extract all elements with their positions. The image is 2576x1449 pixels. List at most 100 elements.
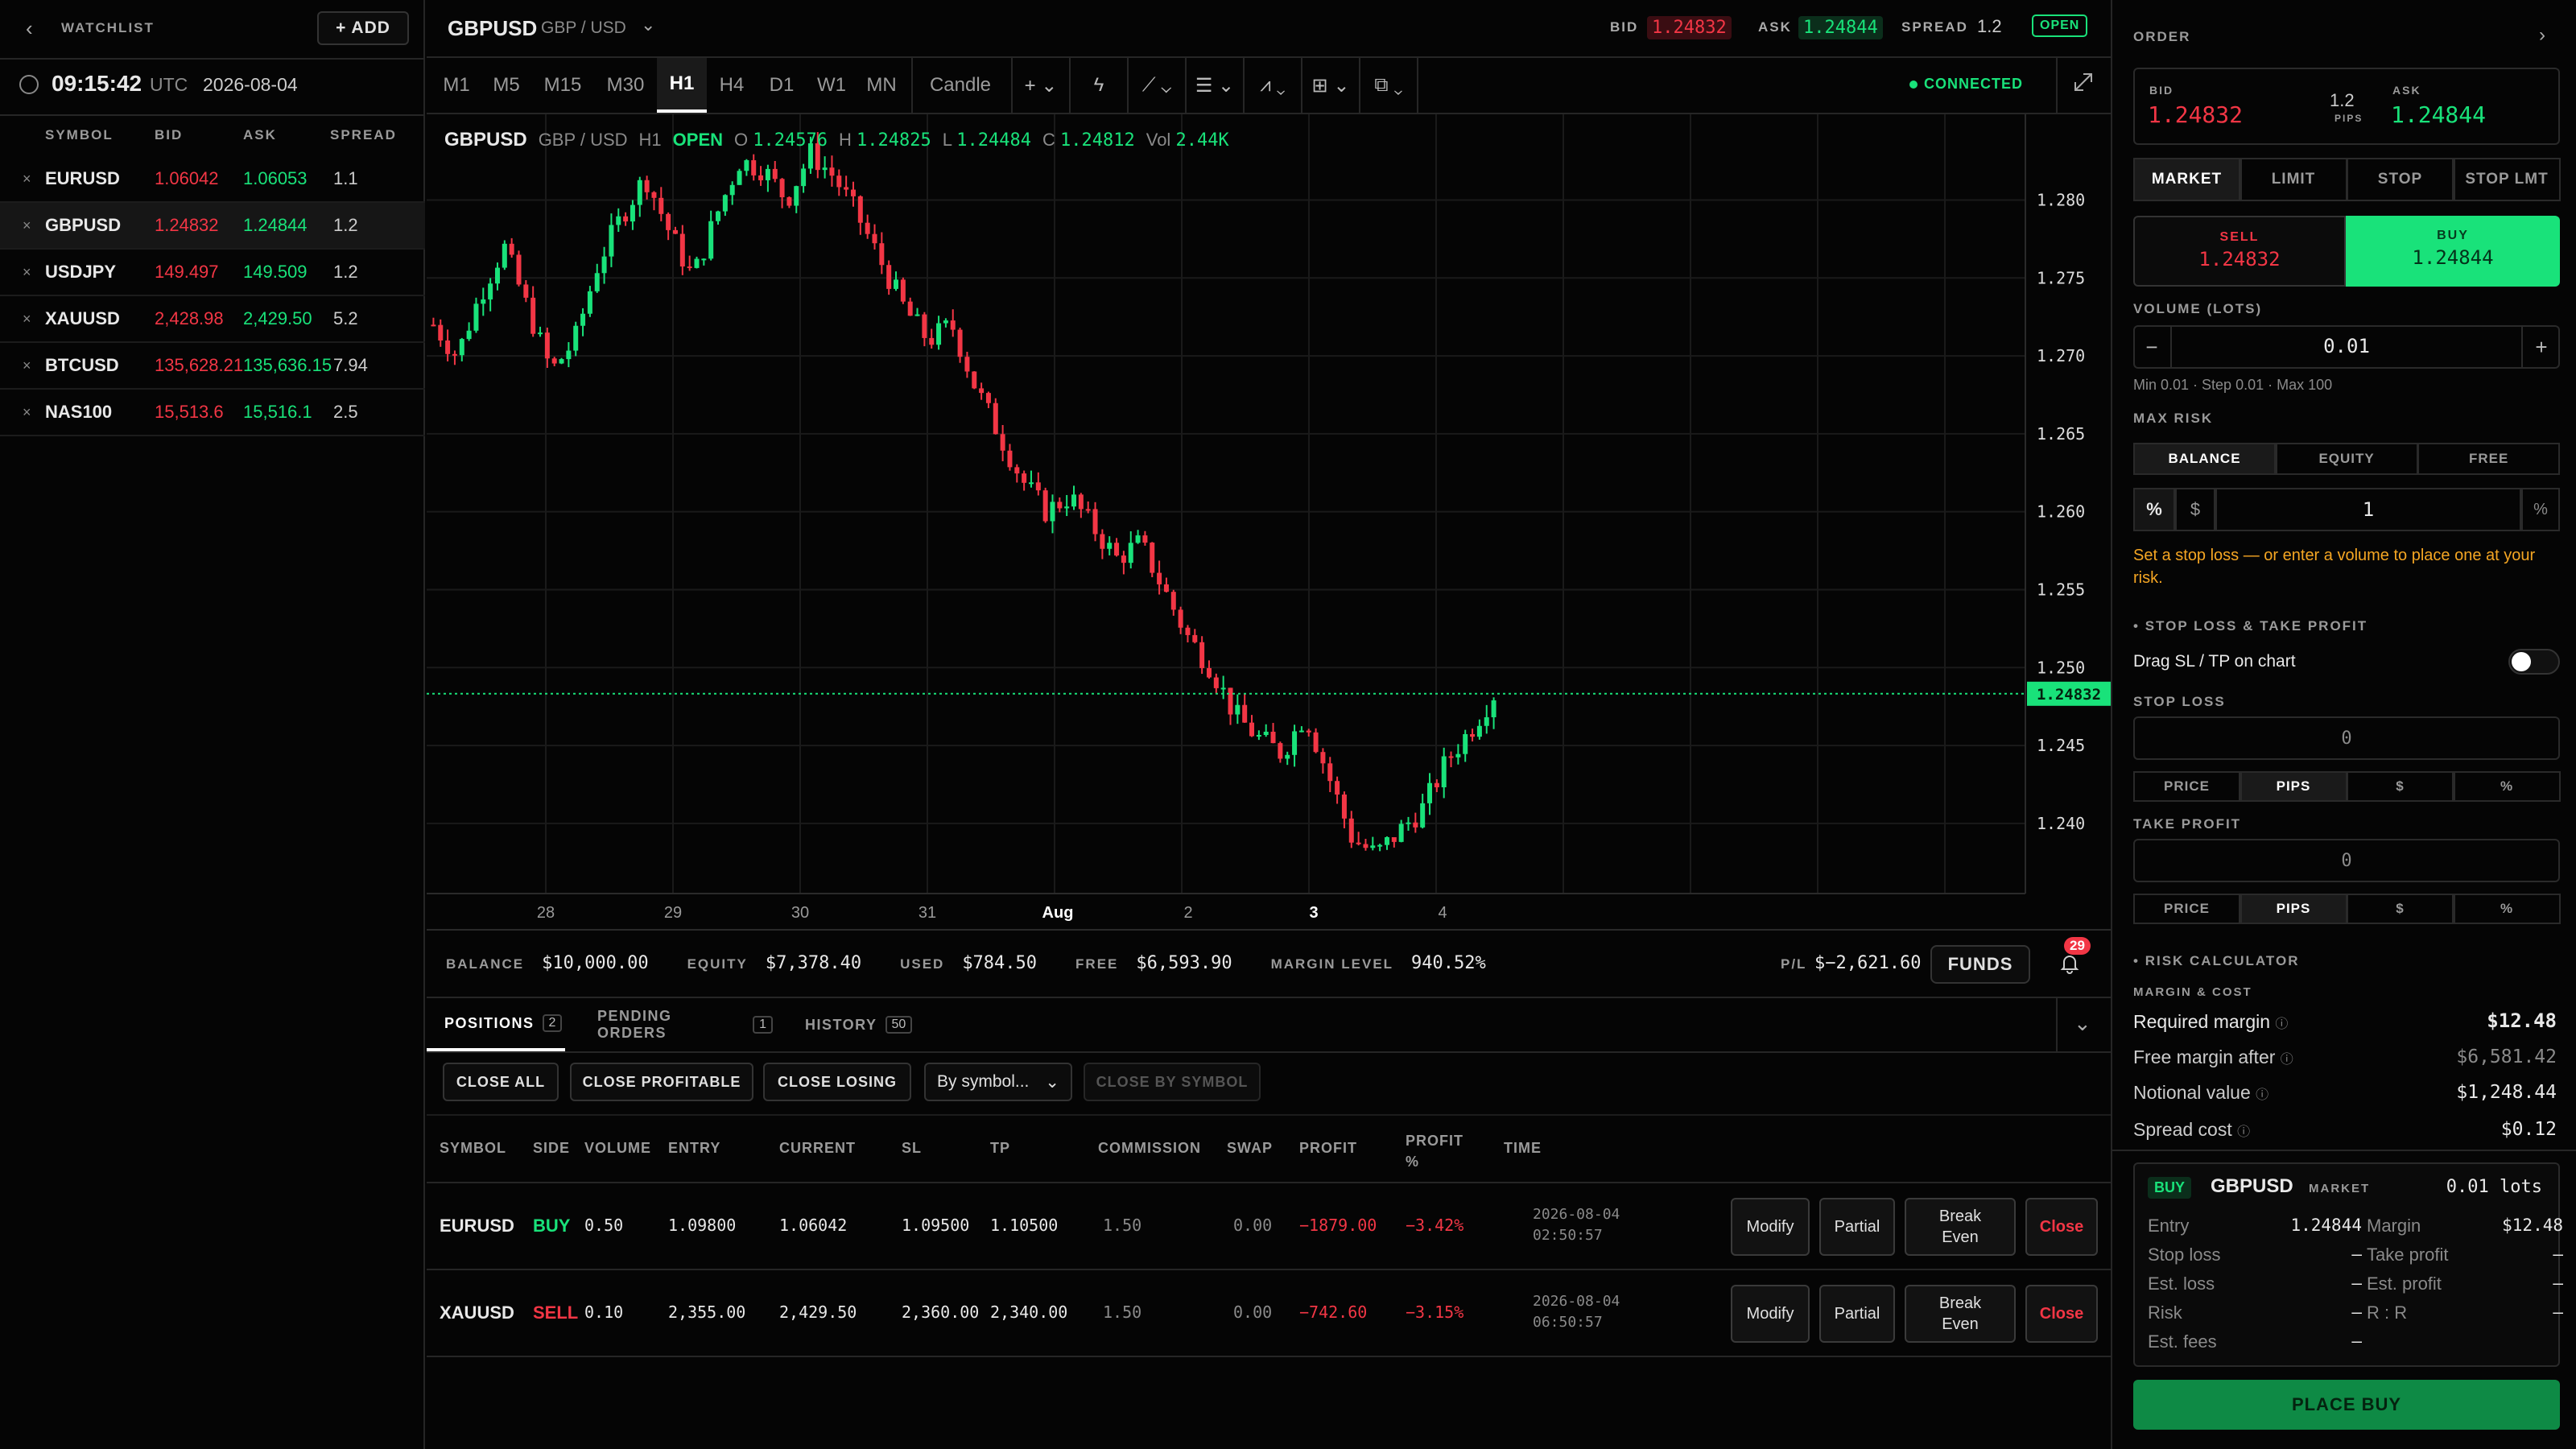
remove-icon[interactable]: × (23, 264, 31, 281)
close-profitable-button[interactable]: CLOSE PROFITABLE (570, 1063, 753, 1101)
timeframe-mn[interactable]: MN (857, 58, 906, 113)
risk-calc-section-title[interactable]: • RISK CALCULATOR (2133, 953, 2300, 969)
close-losing-button[interactable]: CLOSE LOSING (763, 1063, 911, 1101)
tab-positions[interactable]: POSITIONS 2 (427, 998, 565, 1051)
order-type-stop-lmt[interactable]: STOP LMT (2453, 158, 2561, 201)
drawing-icon[interactable]: ⩘ ⌄ (1245, 58, 1301, 113)
bell-icon[interactable] (2058, 952, 2082, 976)
sl-unit-usd[interactable]: $ (2347, 771, 2454, 802)
close-position-button[interactable]: Close (2025, 1198, 2098, 1256)
candle-body (1000, 434, 1005, 451)
current-price-label: 1.24832 (2037, 686, 2101, 704)
risk-input[interactable]: 1 (2215, 488, 2521, 531)
risk-unit-pct[interactable]: % (2133, 488, 2175, 531)
tab-history[interactable]: HISTORY 50 (787, 998, 942, 1051)
break-even-button[interactable]: Break Even (1905, 1285, 2016, 1343)
collapse-chevron-icon[interactable]: ⌄ (2074, 1011, 2091, 1036)
clock-time: 09:15:42 (52, 71, 142, 96)
order-bid-label: BID (2149, 84, 2174, 97)
watchlist-row[interactable]: × EURUSD 1.06042 1.06053 1.1 (0, 156, 425, 203)
timeframe-w1[interactable]: W1 (807, 58, 857, 113)
break-even-button[interactable]: Break Even (1905, 1198, 2016, 1256)
candle-body (494, 267, 500, 284)
sltp-section-title[interactable]: • STOP LOSS & TAKE PROFIT (2133, 618, 2368, 634)
sl-unit-pct[interactable]: % (2453, 771, 2561, 802)
lightning-icon[interactable]: ϟ (1071, 58, 1127, 113)
close-by-symbol-button[interactable]: CLOSE BY SYMBOL (1084, 1063, 1261, 1101)
symbol-title[interactable]: GBPUSD (448, 16, 537, 41)
sell-button[interactable]: SELL 1.24832 (2133, 216, 2346, 287)
timeframe-m5[interactable]: M5 (481, 58, 531, 113)
by-symbol-select[interactable]: By symbol... ⌄ (924, 1063, 1072, 1101)
remove-icon[interactable]: × (23, 357, 31, 374)
order-pips-label: PIPS (2334, 113, 2363, 124)
volume-decrement-button[interactable]: − (2133, 325, 2172, 369)
position-tp: 1.10500 (990, 1216, 1059, 1235)
line-tool-icon[interactable]: ⟋ ⌄ (1129, 58, 1185, 113)
add-symbol-button[interactable]: + ADD (317, 11, 409, 45)
timeframe-h4[interactable]: H4 (707, 58, 757, 113)
take-profit-input[interactable]: 0 (2133, 839, 2560, 882)
risk-mode-balance[interactable]: BALANCE (2133, 443, 2276, 475)
modify-button[interactable]: Modify (1731, 1198, 1810, 1256)
tab-pending-orders[interactable]: PENDING ORDERS 1 (580, 998, 773, 1051)
tp-unit-pct[interactable]: % (2453, 894, 2561, 924)
timeframe-m1[interactable]: M1 (431, 58, 481, 113)
remove-icon[interactable]: × (23, 404, 31, 421)
position-profit: −1879.00 (1299, 1216, 1377, 1235)
candle-body (502, 243, 507, 268)
remove-icon[interactable]: × (23, 217, 31, 234)
strategy-icon[interactable]: ⊞ ⌄ (1302, 58, 1359, 113)
header-spread-label: SPREAD (1901, 19, 1968, 35)
price-chart[interactable]: 1.280 1.275 1.270 1.265 1.260 1.255 1.250 1.245… (427, 114, 2111, 929)
candle-body (1448, 756, 1454, 758)
watchlist-ask: 15,516.1 (243, 402, 312, 422)
chart-type-button[interactable]: Candle (916, 58, 1005, 113)
timeframe-m15[interactable]: M15 (531, 58, 594, 113)
watchlist-row[interactable]: × USDJPY 149.497 149.509 1.2 (0, 250, 425, 296)
watchlist-row[interactable]: × BTCUSD 135,628.21 135,636.15 7.94 (0, 343, 425, 390)
place-order-button[interactable]: PLACE BUY (2133, 1380, 2560, 1430)
remove-icon[interactable]: × (23, 171, 31, 188)
modify-button[interactable]: Modify (1731, 1285, 1810, 1343)
volume-increment-button[interactable]: + (2521, 325, 2560, 369)
chevron-down-icon[interactable]: ⌄ (641, 14, 655, 35)
risk-unit-usd[interactable]: $ (2175, 488, 2215, 531)
risk-mode-free[interactable]: FREE (2417, 443, 2561, 475)
sl-unit-price[interactable]: PRICE (2133, 771, 2240, 802)
timeframe-m30[interactable]: M30 (594, 58, 657, 113)
tp-unit-pips[interactable]: PIPS (2240, 894, 2347, 924)
partial-button[interactable]: Partial (1819, 1285, 1895, 1343)
indicators-icon[interactable]: ☰ ⌄ (1187, 58, 1243, 113)
timeframe-d1[interactable]: D1 (757, 58, 807, 113)
back-icon[interactable]: ‹ (26, 16, 33, 41)
tp-unit-usd[interactable]: $ (2347, 894, 2454, 924)
position-row[interactable]: EURUSD BUY 0.50 1.09800 1.06042 1.09500 1.1050… (427, 1183, 2111, 1270)
buy-button[interactable]: BUY 1.24844 (2346, 216, 2560, 287)
watchlist-row[interactable]: × XAUUSD 2,428.98 2,429.50 5.2 (0, 296, 425, 343)
sl-unit-pips[interactable]: PIPS (2240, 771, 2347, 802)
order-type-limit[interactable]: LIMIT (2240, 158, 2347, 201)
risk-mode-equity[interactable]: EQUITY (2275, 443, 2418, 475)
remove-icon[interactable]: × (23, 311, 31, 328)
timeframe-h1[interactable]: H1 (657, 58, 707, 113)
tp-unit-price[interactable]: PRICE (2133, 894, 2240, 924)
stop-loss-input[interactable]: 0 (2133, 716, 2560, 760)
watchlist-row[interactable]: × GBPUSD 1.24832 1.24844 1.2 (0, 203, 425, 250)
partial-button[interactable]: Partial (1819, 1198, 1895, 1256)
funds-button[interactable]: FUNDS (1930, 945, 2030, 984)
volume-input[interactable]: 0.01 (2172, 335, 2521, 357)
drag-sltp-toggle[interactable] (2508, 649, 2560, 675)
crosshair-icon[interactable]: + ⌄ (1013, 58, 1069, 113)
close-all-button[interactable]: CLOSE ALL (443, 1063, 559, 1101)
watchlist-row[interactable]: × NAS100 15,513.6 15,516.1 2.5 (0, 390, 425, 436)
expand-icon[interactable] (2072, 71, 2095, 93)
close-position-button[interactable]: Close (2025, 1285, 2098, 1343)
order-type-market[interactable]: MARKET (2133, 158, 2240, 201)
compare-icon[interactable]: ⧉ ⌄ (1360, 58, 1417, 113)
candle-body (879, 243, 885, 266)
order-type-stop[interactable]: STOP (2347, 158, 2454, 201)
chevron-right-icon[interactable]: › (2539, 24, 2545, 47)
position-row[interactable]: XAUUSD SELL 0.10 2,355.00 2,429.50 2,360.00 2,… (427, 1270, 2111, 1357)
required-margin-text: Required margin (2133, 1011, 2271, 1032)
